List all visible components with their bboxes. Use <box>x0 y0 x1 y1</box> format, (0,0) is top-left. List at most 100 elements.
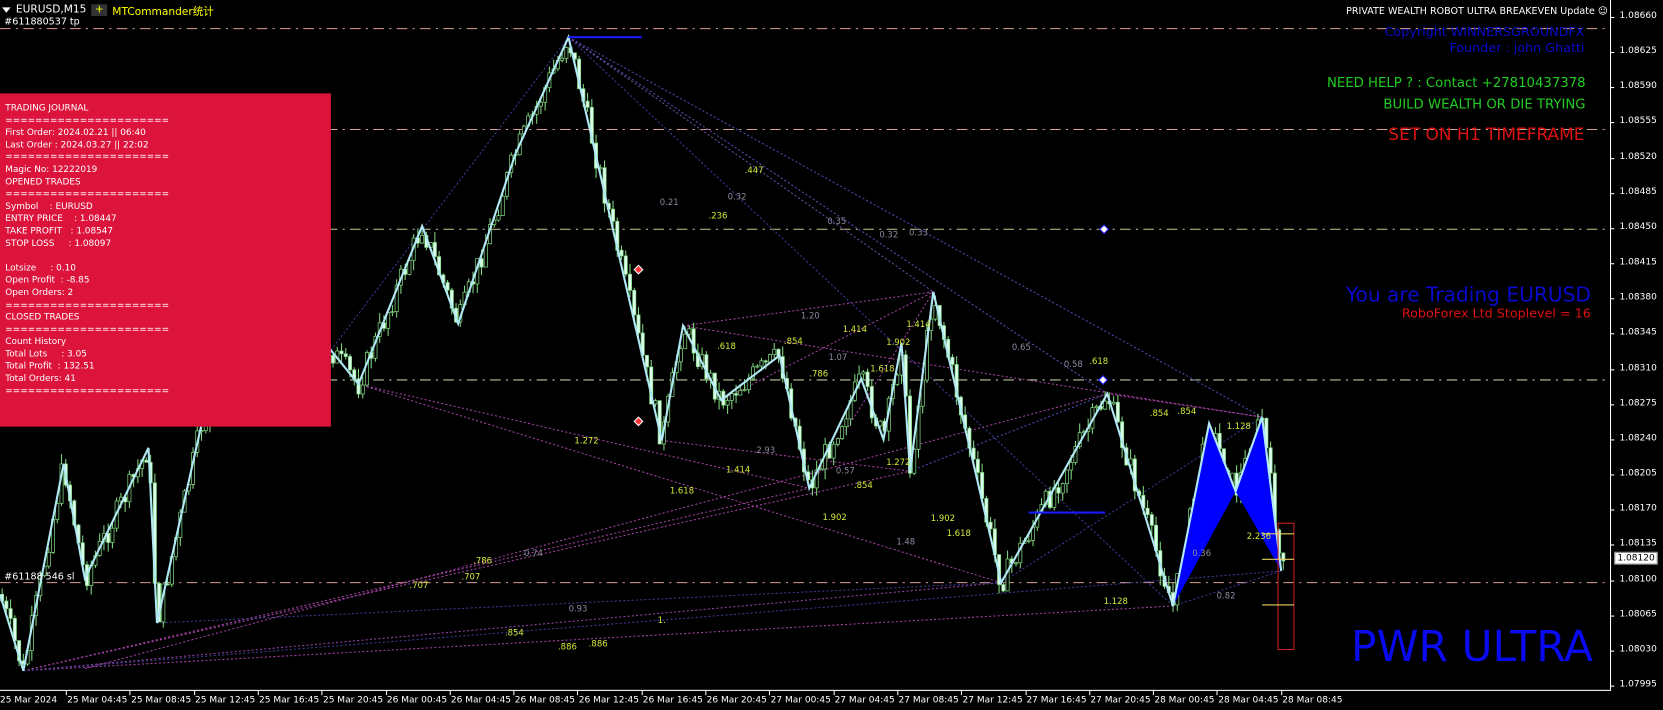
price-label: 1.08310 <box>1619 362 1657 374</box>
journal-line: Count History <box>5 335 67 347</box>
current-price-label: 1.08120 <box>1614 551 1658 565</box>
sl-order-label: #61188 546 sl <box>4 572 75 583</box>
candle-body <box>1069 462 1074 471</box>
fib-level-label: 0.58 <box>1064 359 1083 369</box>
arrow-marker-icon <box>633 416 644 427</box>
journal-line: ====================== <box>5 384 170 396</box>
fib-level-label: 1.618 <box>870 363 894 373</box>
fib-level-label: .707 <box>410 580 429 590</box>
price-label: 1.08205 <box>1619 468 1657 479</box>
price-tick <box>1609 52 1615 54</box>
candle-body <box>763 360 768 363</box>
candle-body <box>1065 469 1069 485</box>
journal-line: Open Profit : -8.85 <box>5 274 90 285</box>
time-label: 28 Mar 08:45 <box>1282 695 1343 706</box>
fib-level-label: 0.33 <box>909 228 928 238</box>
candle-body <box>1115 401 1120 423</box>
fib-level-label: .854 <box>1150 408 1169 418</box>
journal-line: Magic No: 12222019 <box>5 163 98 175</box>
price-label: 1.08380 <box>1619 292 1657 303</box>
journal-line: TRADING JOURNAL <box>5 101 89 113</box>
journal-line: ====================== <box>5 151 170 162</box>
fib-level-label: 1.20 <box>801 310 820 320</box>
price-axis-line <box>1609 0 1612 690</box>
time-label: 25 Mar 08:45 <box>131 695 192 706</box>
fib-level-label: .236 <box>709 211 728 221</box>
fib-level-label: .618 <box>717 341 736 351</box>
candle-body <box>348 356 352 371</box>
candle-body <box>742 389 747 392</box>
fib-level-label: .886 <box>558 642 577 652</box>
time-label: 27 Mar 04:45 <box>834 695 895 706</box>
plugin-label: MTCommander统计 <box>112 6 214 19</box>
price-tick <box>1609 580 1615 582</box>
brand-text: PWR ULTRA <box>1350 622 1594 672</box>
candle-body <box>759 360 764 367</box>
time-label: 27 Mar 12:45 <box>962 695 1023 706</box>
fib-level-label: 0.65 <box>1012 342 1031 352</box>
candle-body <box>678 348 683 363</box>
price-label: 1.08170 <box>1619 503 1657 514</box>
symbol-label: EURUSD,M15 <box>15 4 87 16</box>
fib-dotted-line <box>358 383 1002 584</box>
candle-body <box>1145 507 1150 516</box>
fib-level-label: 2.93 <box>756 445 775 455</box>
candle-body <box>46 552 51 567</box>
fib-level-label: 0.82 <box>1217 591 1236 601</box>
candle-body <box>1056 487 1061 494</box>
time-label: 25 Mar 2024 <box>0 695 58 706</box>
fib-level-label: .707 <box>461 571 480 581</box>
price-tick <box>1609 16 1615 19</box>
candle-body <box>619 249 624 257</box>
candle-body <box>390 311 395 314</box>
journal-line: Total Profit : 132.51 <box>5 360 95 371</box>
price-tick <box>1609 685 1615 687</box>
journal-line: CLOSED TRADES <box>5 311 80 322</box>
price-tick <box>1609 157 1615 159</box>
candle-body <box>1060 483 1065 494</box>
plus-button[interactable]: + <box>91 4 107 16</box>
price-label: 1.08590 <box>1619 80 1657 92</box>
price-label: 1.07995 <box>1619 679 1657 690</box>
time-label: 26 Mar 00:45 <box>386 695 448 706</box>
fib-level-label: .854 <box>854 480 873 490</box>
price-tick <box>1609 298 1615 300</box>
fib-level-label: 0.21 <box>660 197 679 207</box>
time-label: 25 Mar 12:45 <box>195 695 256 706</box>
journal-line: OPENED TRADES <box>5 175 81 187</box>
price-tick <box>1609 122 1615 124</box>
journal-line: Open Orders: 2 <box>5 286 74 298</box>
journal-line: Symbol : EURUSD <box>5 200 93 211</box>
price-label: 1.08450 <box>1619 221 1657 233</box>
fib-level-label: 1.902 <box>931 513 955 523</box>
fib-level-label: 1.414 <box>726 464 750 474</box>
price-label: 1.08345 <box>1619 327 1657 338</box>
fib-level-label: 0.32 <box>728 192 747 202</box>
trading-journal-panel: TRADING JOURNAL ====================== Fir… <box>0 93 331 427</box>
candle-body <box>632 289 637 316</box>
fib-dotted-line <box>23 570 1282 672</box>
price-tick <box>1609 192 1615 195</box>
candle-body <box>560 57 565 61</box>
candle-body <box>861 371 866 375</box>
price-label: 1.08415 <box>1619 256 1657 268</box>
motto-text: BUILD WEALTH OR DIE TRYING <box>1383 95 1586 112</box>
candle-body <box>725 400 730 406</box>
candle-body <box>755 365 760 368</box>
copyright-text: Copyright WINNERSGROUNDFX <box>1384 24 1585 40</box>
candle-body <box>8 608 13 619</box>
candle-body <box>683 333 688 350</box>
candle-body <box>496 215 501 221</box>
fib-level-label: 2.236 <box>1247 531 1271 541</box>
fib-level-label: .854 <box>1177 406 1196 416</box>
time-label: 25 Mar 04:45 <box>67 695 128 706</box>
dropdown-triangle-icon[interactable] <box>2 7 11 13</box>
candle-body <box>331 354 335 364</box>
candle-body <box>623 255 628 275</box>
fib-level-label: 1. <box>658 615 666 625</box>
fib-level-label: 1.618 <box>670 486 694 496</box>
price-tick <box>1609 368 1615 370</box>
candle-body <box>420 234 425 244</box>
fib-level-label: 0.93 <box>569 603 588 613</box>
mt4-chart-window[interactable]: .447 0.21 0.32.236 0.35 0.32 0.33 1.20 1.414 1.4… <box>0 0 1663 710</box>
